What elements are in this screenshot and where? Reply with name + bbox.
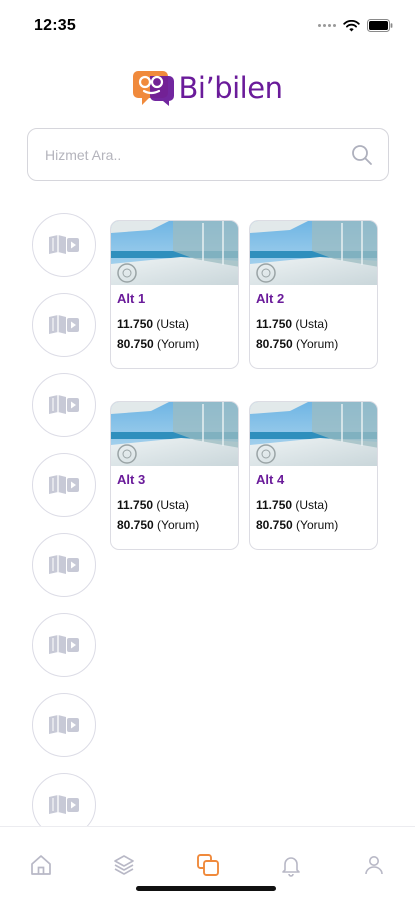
yorum-label: (Yorum) [296,518,339,532]
logo-mark-icon [132,71,174,106]
card-image [111,221,238,285]
signal-icon [318,24,336,27]
card-usta-line: 11.750 (Usta) [117,317,189,331]
card-yorum-line: 80.750 (Yorum) [117,518,199,532]
wifi-icon [343,19,360,31]
home-indicator [136,886,276,891]
category-item[interactable] [32,533,96,597]
home-icon [31,855,51,875]
category-item[interactable] [32,453,96,517]
usta-label: (Usta) [295,317,329,331]
card-usta-line: 11.750 (Usta) [256,498,328,512]
service-card[interactable]: Alt 2 11.750 (Usta) 80.750 (Yorum) [249,220,378,369]
yorum-label: (Yorum) [157,518,200,532]
search-icon[interactable] [350,143,374,167]
search-bar[interactable] [27,128,389,181]
copy-icon [197,854,219,876]
yorum-count: 80.750 [256,337,293,351]
book-video-icon [49,235,79,254]
card-usta-line: 11.750 (Usta) [256,317,328,331]
card-yorum-line: 80.750 (Yorum) [256,518,338,532]
user-icon [365,856,383,875]
service-card[interactable]: Alt 1 11.750 (Usta) 80.750 (Yorum) [110,220,239,369]
usta-label: (Usta) [295,498,329,512]
tab-home[interactable] [27,851,55,879]
app-logo: Bi’bilen [0,67,415,109]
card-title: Alt 1 [117,291,146,306]
category-item[interactable] [32,693,96,757]
yorum-label: (Yorum) [296,337,339,351]
yorum-count: 80.750 [117,337,154,351]
card-image [111,402,238,466]
yorum-label: (Yorum) [157,337,200,351]
bell-icon [282,857,300,877]
card-usta-line: 11.750 (Usta) [117,498,189,512]
book-video-icon [49,315,79,334]
tab-notifications[interactable] [277,851,305,879]
category-item[interactable] [32,613,96,677]
usta-count: 11.750 [256,317,293,331]
battery-icon [367,19,393,32]
status-bar: 12:35 [0,0,415,52]
category-item[interactable] [32,373,96,437]
book-video-icon [49,475,79,494]
card-image [250,402,377,466]
usta-count: 11.750 [117,498,154,512]
logo-text: Bi’bilen [178,71,283,105]
book-video-icon [49,395,79,414]
card-title: Alt 3 [117,472,146,487]
tab-layers[interactable] [110,851,138,879]
card-image [250,221,377,285]
book-video-icon [49,715,79,734]
card-title: Alt 2 [256,291,285,306]
usta-count: 11.750 [117,317,154,331]
status-icons [318,19,393,32]
tab-services[interactable] [194,851,222,879]
book-video-icon [49,635,79,654]
category-item[interactable] [32,213,96,277]
usta-label: (Usta) [156,317,190,331]
search-input[interactable] [45,129,345,180]
usta-count: 11.750 [256,498,293,512]
category-item[interactable] [32,293,96,357]
category-list [32,213,96,853]
yorum-count: 80.750 [256,518,293,532]
status-time: 12:35 [34,17,76,34]
card-title: Alt 4 [256,472,285,487]
service-card[interactable]: Alt 3 11.750 (Usta) 80.750 (Yorum) [110,401,239,550]
service-card[interactable]: Alt 4 11.750 (Usta) 80.750 (Yorum) [249,401,378,550]
book-video-icon [49,555,79,574]
card-yorum-line: 80.750 (Yorum) [256,337,338,351]
layers-icon [114,855,134,875]
yorum-count: 80.750 [117,518,154,532]
card-yorum-line: 80.750 (Yorum) [117,337,199,351]
book-video-icon [49,795,79,814]
usta-label: (Usta) [156,498,190,512]
tab-profile[interactable] [360,851,388,879]
